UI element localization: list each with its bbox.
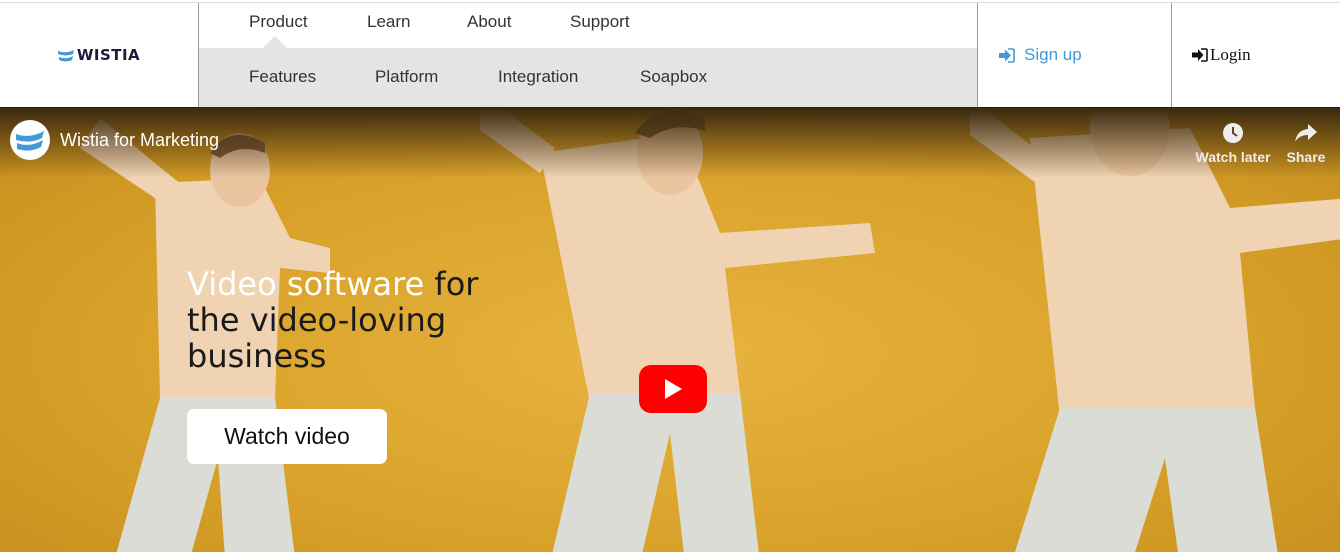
watch-video-button[interactable]: Watch video (187, 409, 387, 464)
clock-icon (1223, 123, 1243, 143)
login-link[interactable]: Login (1171, 3, 1340, 107)
nav-item-learn[interactable]: Learn (367, 12, 410, 32)
brand-name: WISTIA (76, 46, 141, 64)
login-label: Login (1210, 45, 1251, 64)
nav-primary: Product Learn About Support (199, 3, 977, 48)
hero-headline: Video software for the video-loving busi… (187, 266, 507, 374)
site-header: WISTIA Product Learn About Support Featu… (0, 2, 1340, 108)
subnav-item-soapbox[interactable]: Soapbox (640, 67, 707, 87)
subnav-item-features[interactable]: Features (249, 67, 316, 87)
play-button[interactable] (639, 365, 707, 413)
signup-link[interactable]: Sign up (977, 3, 1172, 107)
nav-item-about[interactable]: About (467, 12, 511, 32)
brand-logo[interactable]: WISTIA (0, 3, 198, 107)
nav-item-support[interactable]: Support (570, 12, 630, 32)
sign-in-arrow-icon (999, 47, 1015, 63)
watch-later-label: Watch later (1195, 149, 1271, 165)
hero-headline-highlight: Video software (187, 265, 425, 303)
share-arrow-icon (1295, 124, 1317, 142)
login-arrow-icon (1192, 48, 1208, 62)
nav-secondary: Features Platform Integration Soapbox (199, 48, 978, 107)
signup-label: Sign up (1024, 45, 1082, 64)
wistia-logo-icon (16, 131, 44, 151)
nav-active-caret (263, 36, 287, 48)
share-label: Share (1286, 149, 1326, 165)
subnav-item-integration[interactable]: Integration (498, 67, 578, 87)
wistia-logo-icon (57, 49, 74, 61)
hero-video-player[interactable]: Wistia for Marketing Watch later Share V… (0, 108, 1340, 552)
video-title[interactable]: Wistia for Marketing (60, 130, 219, 151)
share-button[interactable]: Share (1266, 122, 1340, 165)
play-icon (665, 379, 682, 399)
watch-later-button[interactable]: Watch later (1193, 122, 1273, 165)
channel-avatar[interactable] (10, 120, 50, 160)
nav-item-product[interactable]: Product (249, 12, 308, 32)
subnav-item-platform[interactable]: Platform (375, 67, 438, 87)
main-nav: Product Learn About Support Features Pla… (198, 3, 978, 107)
